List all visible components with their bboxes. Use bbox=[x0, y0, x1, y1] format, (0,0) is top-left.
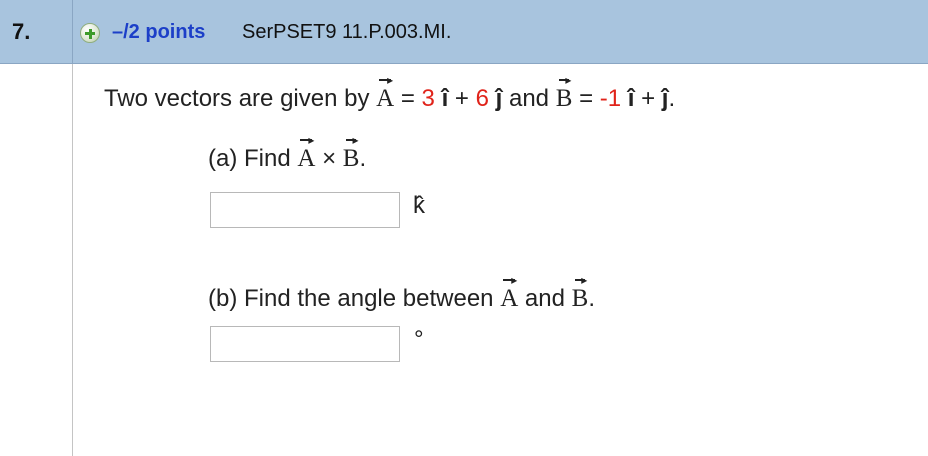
plus-sign-1: + bbox=[454, 85, 469, 112]
part-b-and: and bbox=[524, 285, 565, 312]
i-hat-2: î bbox=[627, 85, 635, 112]
k-hat-unit: k̂ bbox=[413, 192, 425, 219]
part-a-prompt: (a) Find A ▸ × B ▸. bbox=[208, 134, 367, 173]
vector-b-label: B bbox=[342, 145, 360, 172]
problem-id: SerPSET9 11.P.003.MI. bbox=[242, 21, 452, 43]
part-b-prompt: (b) Find the angle between A ▸ and B ▸. bbox=[208, 274, 595, 313]
and-text: and bbox=[508, 85, 550, 112]
question-number: 7. bbox=[12, 19, 31, 44]
problem-statement: Two vectors are given by A ▸ = 3 î + 6 ĵ … bbox=[104, 74, 676, 113]
header-divider bbox=[72, 0, 73, 64]
part-a-period: . bbox=[359, 145, 367, 172]
question-header: 7. –/2 points SerPSET9 11.P.003.MI. bbox=[0, 0, 928, 64]
part-b-label: (b) Find the angle between bbox=[208, 285, 494, 312]
cross-product-sign: × bbox=[322, 145, 337, 172]
vector-arrow-icon: ▸ bbox=[308, 133, 315, 147]
vector-arrow-icon: ▸ bbox=[511, 273, 518, 287]
part-b-period: . bbox=[588, 285, 595, 312]
plus-sign-2: + bbox=[641, 85, 656, 112]
vector-arrow-icon: ▸ bbox=[581, 273, 588, 287]
vector-a: A ▸ bbox=[297, 134, 316, 173]
statement-period: . bbox=[668, 85, 676, 112]
vector-b: B ▸ bbox=[555, 74, 573, 113]
part-a-label: (a) Find bbox=[208, 145, 291, 172]
vector-b: B ▸ bbox=[342, 134, 360, 173]
plus-circle-icon[interactable] bbox=[80, 23, 100, 43]
a-j-coefficient: 6 bbox=[475, 85, 489, 112]
points-label: –/2 points bbox=[112, 21, 206, 43]
vector-a-label: A bbox=[376, 85, 395, 112]
vector-a-label: A bbox=[500, 285, 519, 312]
left-rule-divider bbox=[72, 64, 73, 456]
b-i-coefficient: -1 bbox=[599, 85, 622, 112]
vector-a: A ▸ bbox=[376, 74, 395, 113]
vector-b-label: B bbox=[555, 85, 573, 112]
vector-arrow-icon: ▸ bbox=[352, 133, 359, 147]
vector-b: B ▸ bbox=[571, 274, 589, 313]
vector-a-label: A bbox=[297, 145, 316, 172]
vector-b-label: B bbox=[571, 285, 589, 312]
i-hat-1: î bbox=[441, 85, 449, 112]
vector-arrow-icon: ▸ bbox=[387, 73, 394, 87]
equals-sign-2: = bbox=[579, 85, 594, 112]
intro-text: Two vectors are given by bbox=[104, 85, 370, 112]
degree-unit: ° bbox=[414, 326, 424, 353]
j-hat-1: ĵ bbox=[495, 85, 503, 112]
equals-sign: = bbox=[400, 85, 415, 112]
a-i-coefficient: 3 bbox=[421, 85, 435, 112]
part-a-answer-input[interactable] bbox=[210, 192, 400, 228]
vector-arrow-icon: ▸ bbox=[565, 73, 572, 87]
vector-a: A ▸ bbox=[500, 274, 519, 313]
part-b-answer-input[interactable] bbox=[210, 326, 400, 362]
